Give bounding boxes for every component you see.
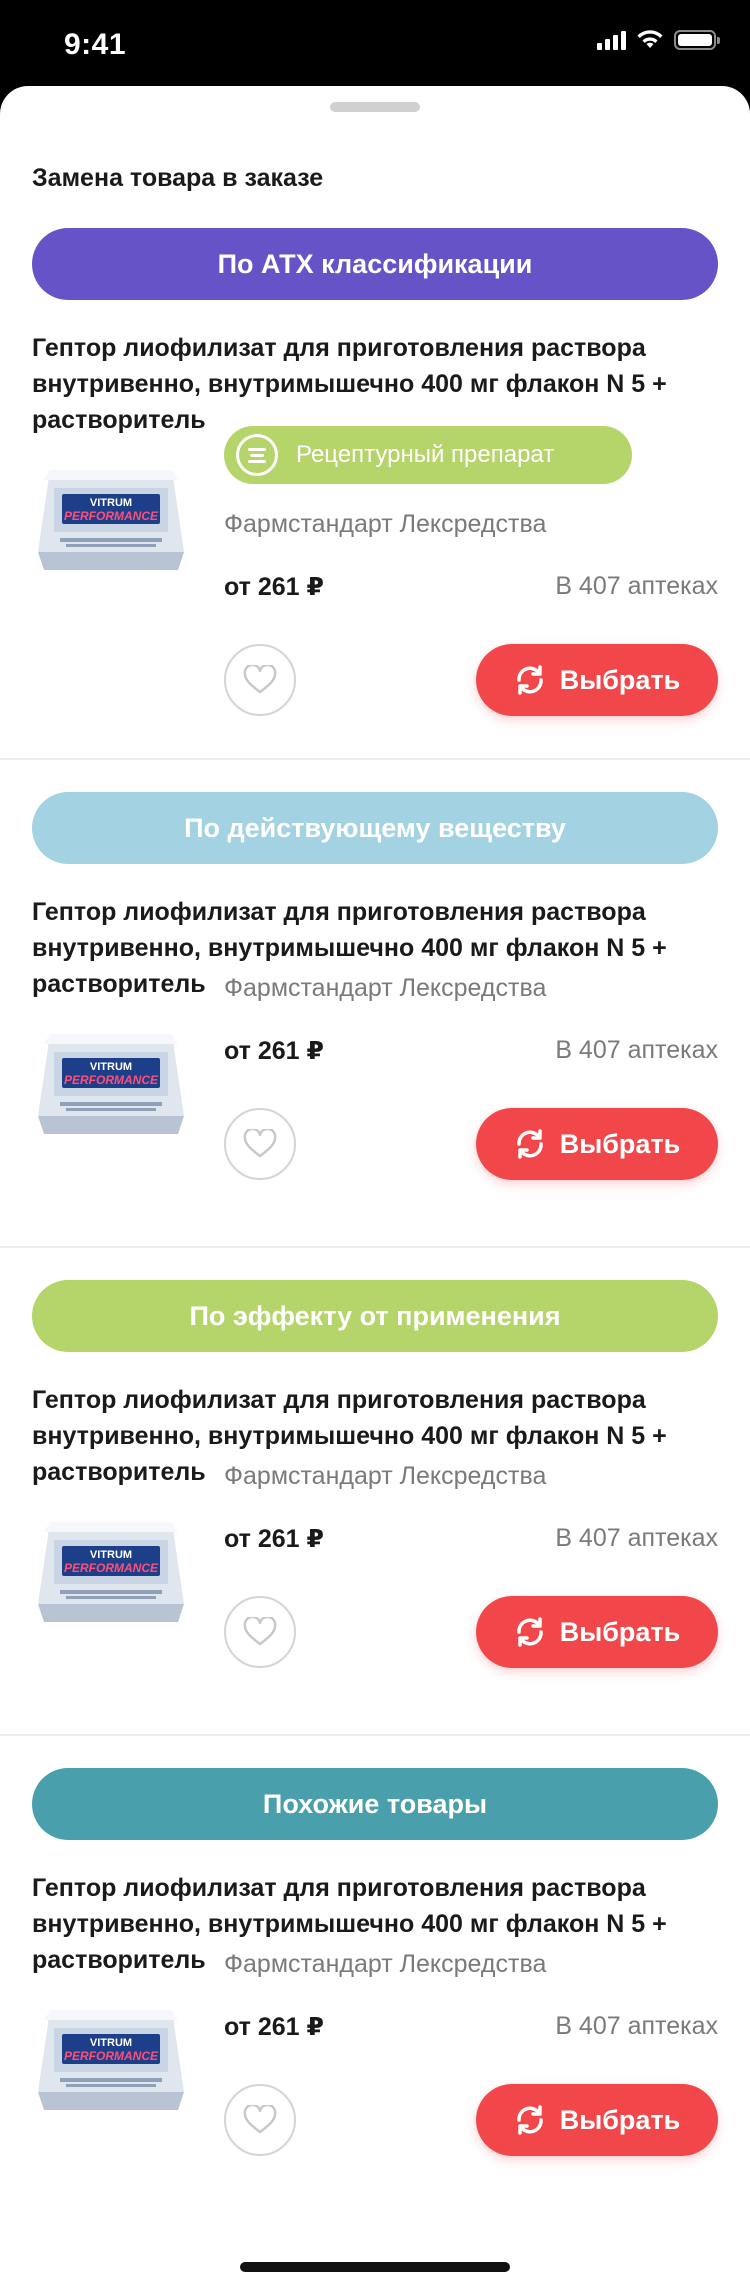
select-button[interactable]: Выбрать [476, 644, 718, 716]
section-similar: Похожие товары Гептор лиофилизат для при… [0, 1768, 750, 2218]
heart-icon [243, 1617, 277, 1646]
select-button-label: Выбрать [559, 1616, 681, 1647]
svg-text:PERFORMANCE: PERFORMANCE [64, 509, 159, 523]
category-pill-atx[interactable]: По АТХ классификации [32, 228, 718, 300]
price: от 261 ₽ [224, 1037, 324, 1065]
select-button[interactable]: Выбрать [476, 1108, 718, 1180]
svg-text:VITRUM: VITRUM [90, 497, 132, 509]
wifi-icon [637, 30, 663, 48]
product-image[interactable]: VITRUM PERFORMANCE [32, 460, 190, 580]
price: от 261 ₽ [224, 2013, 324, 2041]
home-indicator [240, 2262, 510, 2272]
favorite-button[interactable] [224, 2084, 296, 2156]
refresh-icon [516, 2105, 543, 2135]
section-active-substance: По действующему веществу Гептор лиофилиз… [0, 792, 750, 1242]
category-pill-similar[interactable]: Похожие товары [32, 1768, 718, 1840]
refresh-icon [516, 1617, 543, 1647]
status-time: 9:41 [64, 28, 127, 61]
sheet-grabber[interactable] [330, 102, 420, 112]
product-name[interactable]: Гептор лиофилизат для приготовления раст… [32, 330, 732, 438]
availability[interactable]: В 407 аптеках [555, 2012, 718, 2041]
status-icons [597, 30, 720, 50]
manufacturer: Фармстандарт Лексредства [224, 510, 547, 538]
prescription-badge-label: Рецептурный препарат [296, 441, 555, 468]
category-pill-effect[interactable]: По эффекту от применения [32, 1280, 718, 1352]
vitrum-box-image: VITRUM PERFORMANCE [38, 1522, 184, 1622]
manufacturer: Фармстандарт Лексредства [224, 1462, 547, 1490]
prescription-badge: Рецептурный препарат [224, 426, 632, 484]
status-bar: 9:41 [0, 0, 750, 88]
manufacturer: Фармстандарт Лексредства [224, 1950, 547, 1978]
svg-text:PERFORMANCE: PERFORMANCE [64, 2049, 159, 2063]
favorite-button[interactable] [224, 1596, 296, 1668]
price: от 261 ₽ [224, 573, 324, 601]
heart-icon [243, 1129, 277, 1158]
favorite-button[interactable] [224, 1108, 296, 1180]
select-button-label: Выбрать [559, 2104, 681, 2135]
availability[interactable]: В 407 аптеках [555, 1524, 718, 1553]
select-button-label: Выбрать [559, 1128, 681, 1159]
select-button[interactable]: Выбрать [476, 1596, 718, 1668]
product-image[interactable]: VITRUM PERFORMANCE [32, 1024, 190, 1144]
divider [0, 1246, 750, 1248]
svg-text:PERFORMANCE: PERFORMANCE [64, 1561, 159, 1575]
sheet-title: Замена товара в заказе [32, 164, 324, 192]
replacement-sheet: Замена товара в заказе По АТХ классифика… [0, 86, 750, 2290]
manufacturer: Фармстандарт Лексредства [224, 974, 547, 1002]
favorite-button[interactable] [224, 644, 296, 716]
divider [0, 1734, 750, 1736]
refresh-icon [516, 665, 543, 695]
prescription-icon [236, 434, 278, 476]
vitrum-box-image: VITRUM PERFORMANCE [38, 2010, 184, 2110]
section-effect: По эффекту от применения Гептор лиофилиз… [0, 1280, 750, 1730]
select-button-label: Выбрать [559, 664, 681, 695]
svg-text:VITRUM: VITRUM [90, 1061, 132, 1073]
svg-text:VITRUM: VITRUM [90, 1549, 132, 1561]
svg-text:VITRUM: VITRUM [90, 2037, 132, 2049]
svg-text:PERFORMANCE: PERFORMANCE [64, 1073, 159, 1087]
price: от 261 ₽ [224, 1525, 324, 1553]
availability[interactable]: В 407 аптеках [555, 572, 718, 601]
vitrum-box-image: VITRUM PERFORMANCE [38, 1034, 184, 1134]
vitrum-box-image: VITRUM PERFORMANCE [38, 470, 184, 570]
heart-icon [243, 2105, 277, 2134]
battery-icon [674, 30, 720, 50]
divider [0, 758, 750, 760]
availability[interactable]: В 407 аптеках [555, 1036, 718, 1065]
refresh-icon [516, 1129, 543, 1159]
select-button[interactable]: Выбрать [476, 2084, 718, 2156]
product-image[interactable]: VITRUM PERFORMANCE [32, 2000, 190, 2120]
signal-icon [597, 30, 626, 50]
heart-icon [243, 665, 277, 694]
section-atx: По АТХ классификации Гептор лиофилизат д… [0, 228, 750, 842]
product-image[interactable]: VITRUM PERFORMANCE [32, 1512, 190, 1632]
category-pill-active-substance[interactable]: По действующему веществу [32, 792, 718, 864]
